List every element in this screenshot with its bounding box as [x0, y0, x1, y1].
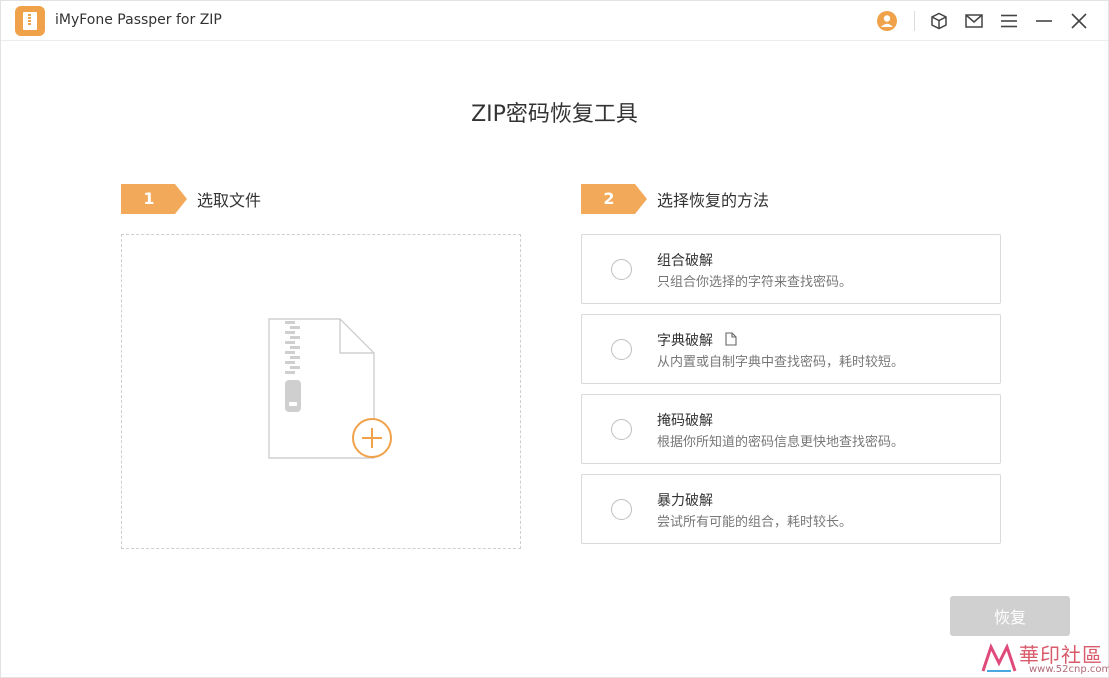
method-title: 掩码破解: [657, 413, 713, 429]
step-2-badge: 2: [581, 184, 647, 214]
method-description: 尝试所有可能的组合，耗时较长。: [657, 515, 853, 530]
zip-file-add-icon[interactable]: [267, 318, 397, 463]
method-description: 只组合你选择的字符来查找密码。: [657, 275, 853, 290]
document-icon[interactable]: [725, 332, 737, 350]
app-logo-icon: [15, 6, 45, 36]
menu-icon[interactable]: [997, 9, 1021, 33]
step-1-badge: 1: [121, 184, 187, 214]
titlebar-divider: [914, 11, 915, 31]
method-option-brute-force[interactable]: 暴力破解 尝试所有可能的组合，耗时较长。: [581, 474, 1001, 544]
radio-button[interactable]: [611, 499, 632, 520]
method-title: 暴力破解: [657, 493, 713, 509]
step-1-header: 1 选取文件: [121, 184, 261, 214]
step-2-label: 选择恢复的方法: [657, 191, 770, 210]
recover-button[interactable]: 恢复: [950, 596, 1070, 636]
method-title: 字典破解: [657, 333, 713, 349]
method-title: 组合破解: [657, 253, 713, 269]
method-description: 从内置或自制字典中查找密码，耗时较短。: [657, 355, 905, 370]
radio-button[interactable]: [611, 419, 632, 440]
box-icon[interactable]: [927, 9, 951, 33]
mail-icon[interactable]: [962, 9, 986, 33]
user-icon[interactable]: [875, 9, 899, 33]
file-drop-zone[interactable]: [121, 234, 521, 549]
step-1-number: 1: [143, 189, 155, 208]
minimize-icon[interactable]: [1032, 9, 1056, 33]
method-title-row: 字典破解: [657, 330, 737, 350]
step-2-number: 2: [603, 189, 615, 208]
method-option-combination[interactable]: 组合破解 只组合你选择的字符来查找密码。: [581, 234, 1001, 304]
watermark: 華印社區 www.52cnp.com: [979, 637, 1109, 678]
title-bar: iMyFone Passper for ZIP: [1, 1, 1108, 41]
step-1-label: 选取文件: [197, 191, 262, 210]
step-2-header: 2 选择恢复的方法: [581, 184, 769, 214]
radio-button[interactable]: [611, 339, 632, 360]
method-option-dictionary[interactable]: 字典破解 从内置或自制字典中查找密码，耗时较短。: [581, 314, 1001, 384]
watermark-url: www.52cnp.com: [1029, 664, 1109, 675]
app-window: iMyFone Passper for ZIP ZIP密码恢复工具 1 选取文件…: [0, 0, 1109, 678]
page-title: ZIP密码恢复工具: [471, 102, 638, 127]
close-icon[interactable]: [1067, 9, 1091, 33]
radio-button[interactable]: [611, 259, 632, 280]
watermark-logo-icon: [981, 643, 1017, 672]
method-description: 根据你所知道的密码信息更快地查找密码。: [657, 435, 905, 450]
app-title: iMyFone Passper for ZIP: [55, 12, 222, 28]
method-option-mask[interactable]: 掩码破解 根据你所知道的密码信息更快地查找密码。: [581, 394, 1001, 464]
